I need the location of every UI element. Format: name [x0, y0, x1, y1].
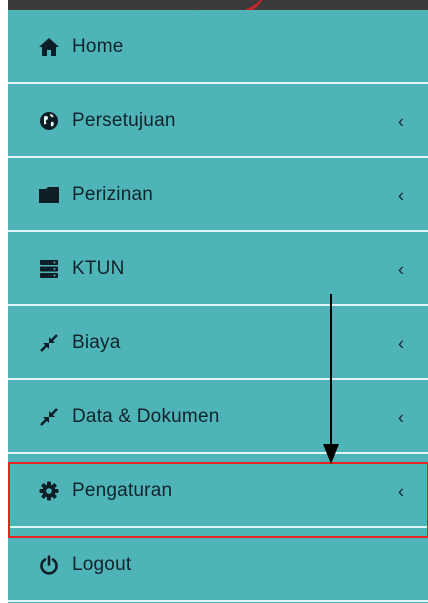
sidebar-item-label: Home — [72, 36, 124, 57]
sidebar-item-data-dokumen[interactable]: Data & Dokumen ‹ — [8, 380, 428, 454]
chevron-left-icon: ‹ — [398, 185, 404, 206]
screenshot-frame: Home Persetujuan ‹ Perizinan ‹ KTUN ‹ Bi… — [0, 0, 428, 603]
compress-icon — [38, 332, 60, 354]
sidebar-item-label: Perizinan — [72, 184, 154, 205]
sidebar-item-label: Biaya — [72, 332, 121, 353]
chevron-left-icon: ‹ — [398, 333, 404, 354]
globe-icon — [38, 110, 60, 132]
sidebar-item-label: Persetujuan — [72, 110, 176, 131]
header-bar — [8, 0, 428, 26]
chevron-left-icon: ‹ — [398, 259, 404, 280]
sidebar-item-logout[interactable]: Logout — [8, 528, 428, 602]
server-icon — [38, 258, 60, 280]
power-icon — [38, 554, 60, 576]
home-icon — [38, 36, 60, 58]
sidebar-item-label: Pengaturan — [72, 480, 173, 501]
menu-separator — [8, 600, 428, 602]
sidebar-item-label: Data & Dokumen — [72, 406, 220, 427]
folder-icon — [38, 184, 60, 206]
chevron-left-icon: ‹ — [398, 481, 404, 502]
chevron-left-icon: ‹ — [398, 111, 404, 132]
sidebar-item-ktun[interactable]: KTUN ‹ — [8, 232, 428, 306]
sidebar-menu: Home Persetujuan ‹ Perizinan ‹ KTUN ‹ Bi… — [8, 10, 428, 603]
sidebar-item-biaya[interactable]: Biaya ‹ — [8, 306, 428, 380]
sidebar-item-perizinan[interactable]: Perizinan ‹ — [8, 158, 428, 232]
compress-icon — [38, 406, 60, 428]
sidebar-item-pengaturan[interactable]: Pengaturan ‹ — [8, 454, 428, 528]
sidebar-item-label: KTUN — [72, 258, 125, 279]
chevron-left-icon: ‹ — [398, 407, 404, 428]
gear-icon — [38, 480, 60, 502]
sidebar-item-persetujuan[interactable]: Persetujuan ‹ — [8, 84, 428, 158]
sidebar-item-label: Logout — [72, 554, 132, 575]
sidebar-item-home[interactable]: Home — [8, 10, 428, 84]
